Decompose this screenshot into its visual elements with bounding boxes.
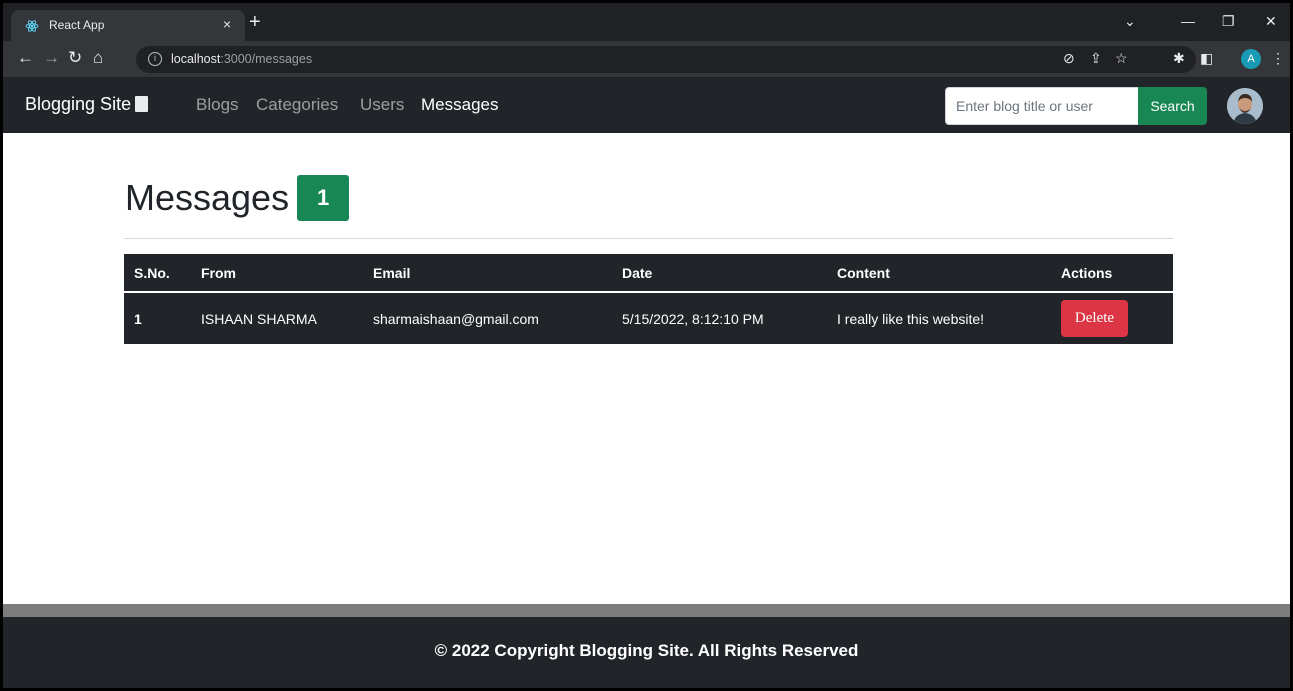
react-icon <box>25 20 39 32</box>
browser-tab[interactable]: React App × <box>11 10 245 41</box>
page-footer: © 2022 Copyright Blogging Site. All Righ… <box>3 617 1290 688</box>
cell-sno: 1 <box>134 310 142 327</box>
side-panel-icon[interactable]: ◧ <box>1200 50 1213 67</box>
cell-actions: Delete <box>1051 292 1173 344</box>
forward-icon[interactable]: → <box>43 49 60 67</box>
brand-link[interactable]: Blogging Site <box>25 94 149 115</box>
address-bar[interactable]: i localhost:3000/messages <box>136 46 1196 73</box>
nav-link-messages[interactable]: Messages <box>421 95 498 115</box>
cell-date: 5/15/2022, 8:12:10 PM <box>622 310 764 327</box>
notebook-icon <box>135 96 149 112</box>
bookmark-star-icon[interactable]: ☆ <box>1115 50 1128 67</box>
message-count-badge: 1 <box>297 175 350 221</box>
cell-from: ISHAAN SHARMA <box>201 310 317 327</box>
search-button[interactable]: Search <box>1138 87 1207 125</box>
url-path: :3000/messages <box>220 52 313 66</box>
tab-title: React App <box>49 18 105 32</box>
cell-email: sharmaishaan@gmail.com <box>373 310 539 327</box>
table-row: 1 ISHAAN SHARMA sharmaishaan@gmail.com 5… <box>124 292 1173 344</box>
page-heading: Messages 1 <box>125 175 350 225</box>
table-header-row: S.No. From Email Date Content Actions <box>124 254 1173 293</box>
home-icon[interactable]: ⌂ <box>93 49 103 67</box>
delete-button[interactable]: Delete <box>1061 300 1128 337</box>
copyright-text: © 2022 Copyright Blogging Site. All Righ… <box>434 641 859 660</box>
nav-link-categories[interactable]: Categories <box>256 95 338 115</box>
back-icon[interactable]: ← <box>17 49 34 67</box>
tab-search-icon[interactable]: ⌄ <box>1124 13 1136 30</box>
nav-link-users[interactable]: Users <box>360 95 404 115</box>
close-window-icon[interactable]: ✕ <box>1265 13 1277 30</box>
app-navbar: Blogging Site Blogs Categories Users Mes… <box>3 78 1290 133</box>
tab-strip: React App × + ⌄ — ❐ ✕ <box>3 3 1290 41</box>
page-title: Messages <box>125 177 290 218</box>
browser-window: React App × + ⌄ — ❐ ✕ ← → ↻ ⌂ i localhos… <box>3 3 1290 688</box>
divider <box>124 238 1173 239</box>
user-photo-icon <box>1227 88 1263 124</box>
column-header-date: Date <box>612 254 827 293</box>
column-header-content: Content <box>827 254 1051 293</box>
eye-off-icon[interactable]: ⊘ <box>1063 50 1075 67</box>
url-text: localhost:3000/messages <box>171 52 312 66</box>
column-header-from: From <box>191 254 363 293</box>
column-header-actions: Actions <box>1051 254 1173 293</box>
brand-text: Blogging Site <box>25 94 132 114</box>
browser-toolbar: ← → ↻ ⌂ i localhost:3000/messages ⊘ ⇪ ☆ … <box>3 41 1290 78</box>
nav-link-blogs[interactable]: Blogs <box>196 95 239 115</box>
search-input[interactable] <box>945 87 1139 125</box>
share-icon[interactable]: ⇪ <box>1090 50 1102 67</box>
reload-icon[interactable]: ↻ <box>68 49 82 67</box>
url-host: localhost <box>171 52 221 66</box>
minimize-icon[interactable]: — <box>1181 13 1195 29</box>
menu-dots-icon[interactable]: ⋮ <box>1271 50 1285 67</box>
column-header-email: Email <box>363 254 612 293</box>
close-tab-icon[interactable]: × <box>223 16 231 32</box>
user-avatar[interactable] <box>1227 88 1263 124</box>
column-header-sno: S.No. <box>124 254 191 293</box>
new-tab-icon[interactable]: + <box>249 12 261 32</box>
profile-avatar[interactable]: A <box>1241 49 1261 69</box>
footer-divider <box>3 604 1290 617</box>
cell-content: I really like this website! <box>837 310 985 327</box>
site-info-icon[interactable]: i <box>148 52 162 66</box>
extensions-icon[interactable]: ✱ <box>1173 50 1185 67</box>
messages-table: S.No. From Email Date Content Actions 1 … <box>124 254 1173 344</box>
restore-icon[interactable]: ❐ <box>1222 13 1235 30</box>
